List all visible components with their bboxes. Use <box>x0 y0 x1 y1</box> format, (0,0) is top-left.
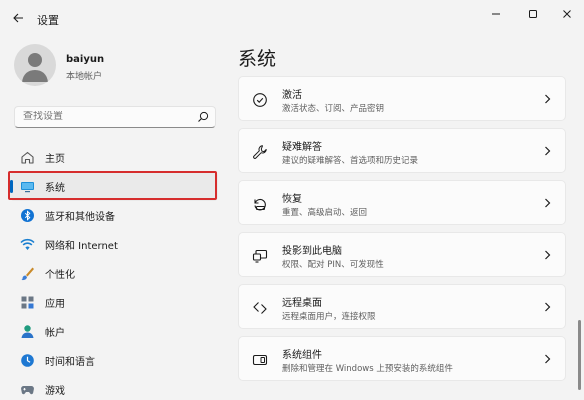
search-box[interactable] <box>14 106 216 128</box>
sidebar-item-label: 个性化 <box>45 270 75 281</box>
back-button[interactable] <box>9 9 27 27</box>
search-input[interactable] <box>23 111 183 122</box>
network-icon <box>20 237 35 252</box>
sidebar-item-time-language[interactable]: 时间和语言 <box>10 346 218 375</box>
card-description: 建议的疑难解答、首选项和历史记录 <box>282 156 419 166</box>
sidebar-item-label: 网络和 Internet <box>45 241 118 252</box>
chevron-right-icon <box>545 94 551 104</box>
maximize-icon <box>529 10 537 18</box>
minimize-icon <box>492 13 500 15</box>
sidebar-item-gaming[interactable]: 游戏 <box>10 375 218 400</box>
system-icon <box>20 179 35 194</box>
card-title: 投影到此电脑 <box>282 246 342 257</box>
avatar <box>14 44 56 86</box>
card-description: 激活状态、订阅、产品密钥 <box>282 104 385 114</box>
chevron-right-icon <box>545 250 551 260</box>
sidebar-item-system[interactable]: 系统 <box>10 172 218 201</box>
projection-icon <box>252 249 268 263</box>
sidebar-item-bluetooth[interactable]: 蓝牙和其他设备 <box>10 201 218 230</box>
bluetooth-icon <box>20 208 35 223</box>
card-description: 重置、高级启动、返回 <box>282 208 368 218</box>
card-description: 远程桌面用户，连接权限 <box>282 312 376 322</box>
home-icon <box>20 150 35 165</box>
remote-desktop-icon <box>253 302 267 314</box>
chevron-right-icon <box>545 302 551 312</box>
title-bar: 设置 <box>0 0 584 36</box>
sidebar-item-label: 时间和语言 <box>45 357 95 368</box>
card-projection[interactable]: 投影到此电脑 权限、配对 PIN、可发现性 <box>238 232 566 277</box>
sidebar-item-accounts[interactable]: 帐户 <box>10 317 218 346</box>
chevron-right-icon <box>545 354 551 364</box>
scrollbar-thumb[interactable] <box>578 320 581 390</box>
card-title: 恢复 <box>282 194 302 205</box>
system-components-icon <box>252 354 268 366</box>
card-title: 疑难解答 <box>282 142 322 153</box>
chevron-right-icon <box>545 198 551 208</box>
sidebar-item-label: 主页 <box>45 154 65 165</box>
personalization-icon <box>20 266 35 281</box>
minimize-button[interactable] <box>482 5 510 23</box>
user-avatar-icon <box>22 53 48 82</box>
sidebar-item-label: 帐户 <box>45 328 65 339</box>
user-name: baiyun <box>66 54 105 65</box>
settings-card-list: 激活 激活状态、订阅、产品密钥 疑难解答 建议的疑难解答、首选项和历史记录 恢复… <box>238 76 566 388</box>
sidebar-item-label: 应用 <box>45 299 65 310</box>
card-activation[interactable]: 激活 激活状态、订阅、产品密钥 <box>238 76 566 121</box>
card-title: 激活 <box>282 90 302 101</box>
card-troubleshoot[interactable]: 疑难解答 建议的疑难解答、首选项和历史记录 <box>238 128 566 173</box>
sidebar-item-network[interactable]: 网络和 Internet <box>10 230 218 259</box>
troubleshoot-icon <box>253 145 267 159</box>
card-title: 系统组件 <box>282 350 322 361</box>
recovery-icon <box>254 198 266 211</box>
user-profile[interactable]: baiyun 本地帐户 <box>14 44 214 92</box>
time-language-icon <box>20 353 35 368</box>
card-description: 删除和管理在 Windows 上预安装的系统组件 <box>282 364 453 374</box>
sidebar-item-home[interactable]: 主页 <box>10 143 218 172</box>
sidebar-item-label: 蓝牙和其他设备 <box>45 212 115 223</box>
sidebar-nav: 主页 系统 蓝牙和其他设备 网络和 Internet 个性化 应用 帐户 时间和… <box>10 143 218 400</box>
chevron-right-icon <box>545 146 551 156</box>
app-title: 设置 <box>37 14 59 27</box>
card-recovery[interactable]: 恢复 重置、高级启动、返回 <box>238 180 566 225</box>
card-system-components[interactable]: 系统组件 删除和管理在 Windows 上预安装的系统组件 <box>238 336 566 381</box>
sidebar-item-apps[interactable]: 应用 <box>10 288 218 317</box>
card-remote-desktop[interactable]: 远程桌面 远程桌面用户，连接权限 <box>238 284 566 329</box>
close-icon <box>563 10 571 18</box>
account-type: 本地帐户 <box>66 72 103 82</box>
sidebar-item-label: 游戏 <box>45 386 65 397</box>
sidebar-item-label: 系统 <box>45 183 65 194</box>
close-button[interactable] <box>553 5 581 23</box>
account-icon <box>20 324 35 339</box>
search-icon[interactable] <box>197 111 209 123</box>
maximize-button[interactable] <box>519 5 547 23</box>
apps-icon <box>20 295 35 310</box>
gaming-icon <box>20 382 35 397</box>
card-description: 权限、配对 PIN、可发现性 <box>282 260 384 270</box>
page-title: 系统 <box>238 48 277 70</box>
back-arrow-icon <box>12 13 23 23</box>
activation-icon <box>253 93 267 107</box>
card-title: 远程桌面 <box>282 298 322 309</box>
sidebar-item-personalization[interactable]: 个性化 <box>10 259 218 288</box>
